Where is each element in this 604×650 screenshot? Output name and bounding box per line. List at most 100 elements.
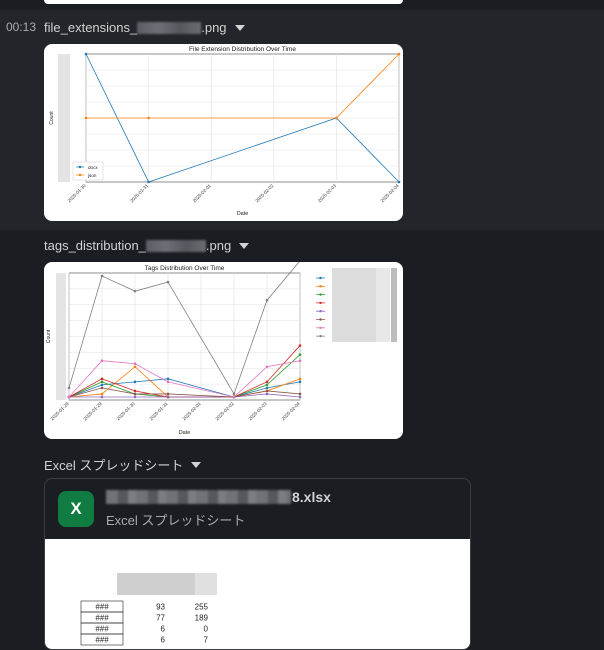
file-name-prefix: file_extensions_ [44, 20, 137, 35]
excel-preview[interactable]: ###93255###77189###60###67 [45, 539, 470, 649]
y-axis-label: Count [46, 329, 52, 343]
sheet-cell-text: 0 [204, 625, 209, 634]
data-point [233, 396, 236, 399]
data-point [266, 381, 269, 384]
extension-chart: File Extension Distribution Over Time 202… [44, 44, 403, 221]
data-point [134, 365, 137, 368]
legend-label: json [87, 173, 97, 178]
data-point [134, 393, 137, 396]
redacted-text [106, 490, 291, 504]
legend-marker [319, 318, 321, 320]
x-axis-label: Date [179, 430, 191, 436]
redacted-sheet-header [195, 573, 217, 595]
data-point [101, 393, 104, 396]
redacted-legend-labels [332, 268, 376, 342]
data-point [299, 353, 302, 356]
sheet-cell-text: ### [95, 636, 109, 645]
data-point [266, 365, 269, 368]
data-point [299, 344, 302, 347]
sheet-cell-text: ### [95, 625, 109, 634]
legend-marker [319, 293, 321, 295]
excel-file-name-suffix: 8.xlsx [292, 489, 331, 505]
data-point [134, 290, 137, 293]
file-title-excel[interactable]: Excel スプレッドシート [44, 455, 201, 474]
excel-section-label: Excel スプレッドシート [44, 455, 183, 474]
image-preview-tags[interactable]: Tags Distribution Over Time2025-01-28202… [44, 262, 403, 439]
data-point [68, 387, 71, 390]
x-tick-label: 2025-02-01 [192, 183, 212, 203]
redacted-text [137, 22, 201, 34]
chevron-down-icon[interactable] [191, 462, 201, 468]
data-point [398, 181, 401, 184]
redacted-y-ticks [58, 54, 70, 182]
x-tick-label: 2025-02-03 [248, 401, 268, 421]
redacted-legend-labels [391, 268, 397, 342]
data-point [101, 378, 104, 381]
sheet-cell-text: 255 [195, 603, 209, 612]
legend-marker [319, 302, 321, 304]
x-tick-label: 2025-02-02 [215, 401, 235, 421]
data-point [299, 396, 302, 399]
file-title-tags[interactable]: tags_distribution_ .png [44, 238, 249, 253]
legend-marker [319, 310, 321, 312]
data-point [266, 387, 269, 390]
sheet-cell-text: ### [95, 603, 109, 612]
x-tick-label: 2025-01-30 [67, 183, 87, 203]
data-point [335, 117, 338, 120]
data-point [266, 384, 269, 387]
legend-marker [79, 166, 81, 168]
image-preview-extensions[interactable]: File Extension Distribution Over Time 202… [44, 44, 403, 221]
file-title-extensions[interactable]: file_extensions_ .png [44, 20, 245, 35]
legend-marker [319, 277, 321, 279]
data-point [167, 281, 170, 284]
x-axis-label: Date [237, 211, 249, 217]
sheet-cell-text: 77 [156, 614, 165, 623]
file-name-prefix: tags_distribution_ [44, 238, 146, 253]
data-point [299, 381, 302, 384]
data-point [147, 117, 150, 120]
data-point [299, 359, 302, 362]
data-point [134, 381, 137, 384]
legend-marker [79, 174, 81, 176]
x-tick-label: 2025-02-04 [281, 401, 301, 421]
data-point [167, 396, 170, 399]
data-point [134, 362, 137, 365]
sheet-cell-text: 93 [156, 603, 165, 612]
data-point [167, 378, 170, 381]
file-name-suffix: .png [206, 238, 231, 253]
data-point [299, 378, 302, 381]
data-point [266, 390, 269, 393]
data-point [134, 390, 137, 393]
data-point [167, 381, 170, 384]
message-timestamp[interactable]: 00:13 [6, 20, 36, 34]
legend-label: docx [88, 165, 98, 170]
chart-title: File Extension Distribution Over Time [189, 46, 296, 53]
data-point [101, 387, 104, 390]
file-name-suffix: .png [201, 20, 226, 35]
data-point [266, 299, 269, 302]
x-tick-label: 2025-01-30 [116, 401, 136, 421]
x-tick-label: 2025-02-03 [317, 183, 337, 203]
previous-attachment-edge [44, 0, 403, 4]
sheet-cell-text: 7 [204, 636, 209, 645]
data-point [85, 117, 88, 120]
legend-marker [319, 335, 321, 337]
redacted-y-ticks [56, 273, 66, 400]
data-point [68, 396, 71, 399]
data-point [134, 396, 137, 399]
x-tick-label: 2025-02-02 [254, 183, 274, 203]
legend-marker [319, 285, 321, 287]
redacted-text [146, 240, 206, 252]
excel-file-card[interactable]: X 8.xlsx Excel スプレッドシート ###93255###77189… [44, 478, 471, 650]
chevron-down-icon[interactable] [235, 25, 245, 31]
chevron-down-icon[interactable] [239, 243, 249, 249]
data-point [101, 359, 104, 362]
data-point [101, 381, 104, 384]
x-tick-label: 2025-02-04 [380, 183, 400, 203]
x-tick-label: 2025-02-01 [182, 401, 202, 421]
x-tick-label: 2025-01-29 [83, 401, 103, 421]
sheet-cell-text: 189 [195, 614, 209, 623]
excel-file-name[interactable]: 8.xlsx [106, 489, 331, 505]
data-point [299, 393, 302, 396]
data-point [101, 275, 104, 278]
